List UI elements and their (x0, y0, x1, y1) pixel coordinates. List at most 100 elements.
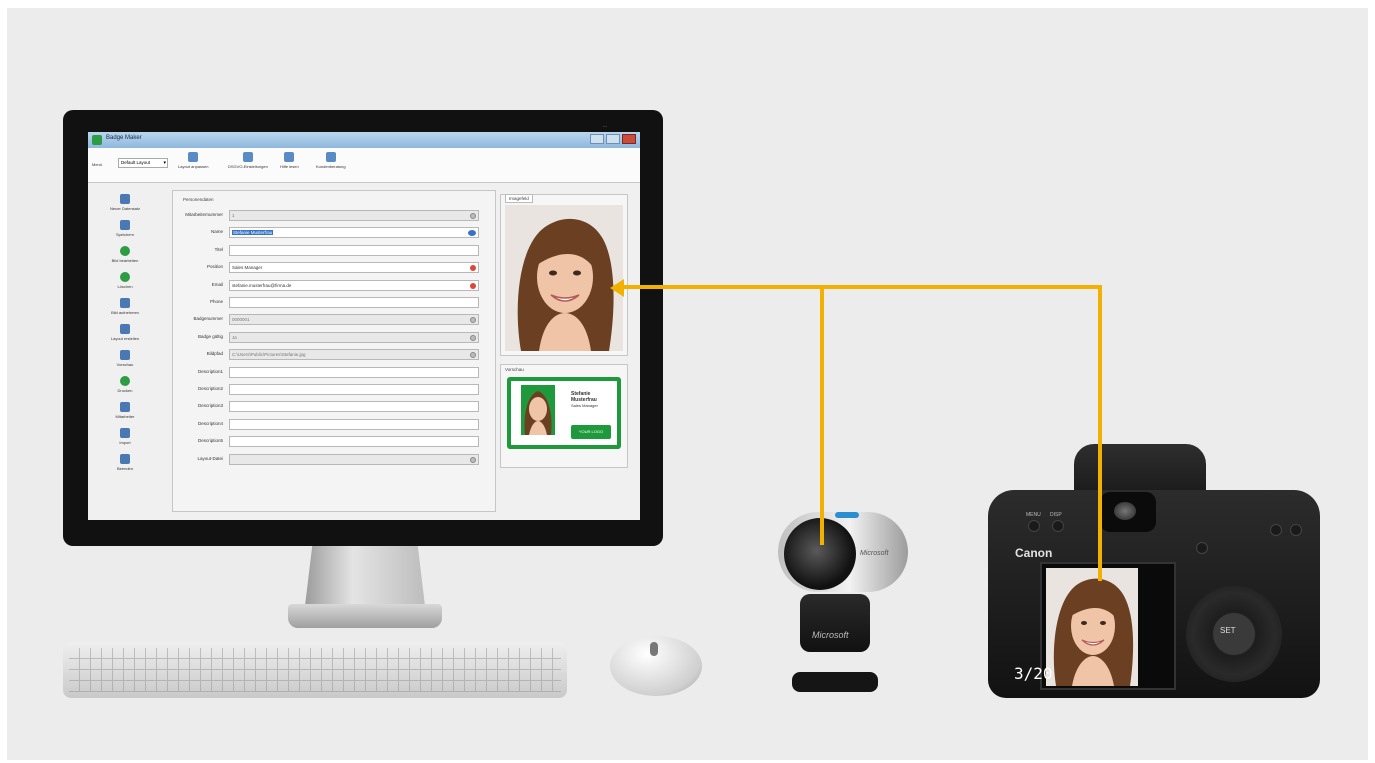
form-field-input[interactable]: Ja (229, 331, 479, 343)
minimize-button[interactable] (590, 134, 604, 144)
form-field-label: Name (210, 229, 223, 235)
sidebar-item-print[interactable]: Drucken (92, 376, 158, 393)
sidebar-label: Vorschau (116, 362, 134, 367)
menu-label: Menü (92, 162, 103, 167)
ribbon-button-support[interactable]: Kundenberatung (316, 152, 346, 169)
connector-arrow-icon (610, 279, 624, 297)
sidebar-item-edit-image[interactable]: Bild bearbeiten (92, 246, 158, 263)
camera-button (1270, 524, 1282, 536)
print-icon (120, 376, 130, 386)
camera-menu-button (1028, 520, 1040, 532)
camera-disp-label: DISP (1050, 512, 1062, 518)
app-icon (92, 135, 102, 145)
form-field-value: 1 (232, 213, 235, 218)
camera-menu-label: MENU (1026, 512, 1041, 518)
form-field-input[interactable] (229, 244, 479, 256)
monitor-corner-text: ⋯ (603, 124, 607, 129)
ribbon-button-layout[interactable]: Layout anpassen (178, 152, 208, 169)
keyboard (63, 642, 567, 698)
form-field-label: Badge gültig (197, 333, 223, 339)
form-row: Description1 (173, 366, 495, 380)
clear-icon[interactable] (470, 317, 476, 324)
camera-set-label: SET (1220, 626, 1236, 635)
sidebar: Neuer Datensatz Speichern Bild bearbeite… (92, 186, 158, 516)
sidebar-item-preview[interactable]: Vorschau (92, 350, 158, 367)
form-field-input[interactable]: stefanie.musterfrau@firma.de (229, 279, 479, 291)
sidebar-label: Import (119, 440, 131, 445)
form-field-input[interactable] (229, 297, 479, 308)
form-field-input[interactable] (229, 418, 479, 430)
form-field-value: Stefanie Musterfrau (232, 230, 274, 236)
sidebar-item-delete[interactable]: Löschen (92, 272, 158, 289)
form-row: Mitarbeiternummer 1 (173, 209, 495, 223)
clear-icon[interactable] (470, 334, 476, 341)
sidebar-item-import[interactable]: Import (92, 428, 158, 445)
privacy-icon (242, 152, 253, 162)
camera-shot-counter: 3/20 (1014, 664, 1053, 683)
form-field-label: Badgenummer (193, 316, 223, 322)
webcam-logo-stand: Microsoft (812, 630, 849, 640)
form-field-input[interactable]: Stefanie Musterfrau (229, 227, 479, 239)
camera-eyepiece (1100, 492, 1156, 532)
clear-icon[interactable] (470, 352, 476, 359)
form-field-input[interactable]: Sales Manager (229, 262, 479, 274)
save-icon (120, 220, 130, 230)
form-row: Name Stefanie Musterfrau (173, 226, 495, 240)
form-field-input[interactable]: C:\Users\Public\Pictures\Stefanie.jpg (229, 349, 479, 361)
edit-image-icon (120, 246, 130, 256)
preview-icon (120, 350, 130, 360)
form-field-input[interactable] (229, 366, 479, 378)
form-field-input[interactable]: 0000001 (229, 314, 479, 326)
clear-icon[interactable] (470, 213, 476, 219)
connector-line-horizontal (620, 285, 1102, 289)
ribbon-label: Kundenberatung (316, 164, 346, 169)
layout-select[interactable]: Default Layout ▾ (118, 158, 168, 168)
form-row: Titel (173, 244, 495, 258)
capture-icon (120, 298, 130, 308)
support-icon (325, 152, 336, 162)
ribbon-label: Hilfe lesen (280, 164, 299, 169)
maximize-button[interactable] (606, 134, 620, 144)
sidebar-item-exit[interactable]: Beenden (92, 454, 158, 471)
ribbon-button-help[interactable]: Hilfe lesen (280, 152, 299, 169)
sidebar-item-layout[interactable]: Layout erstellen (92, 324, 158, 341)
form-field-input[interactable] (229, 453, 479, 465)
menu-button[interactable]: Menü (92, 162, 102, 167)
layout-icon (188, 152, 199, 162)
portrait-photo (505, 205, 623, 351)
sidebar-item-capture[interactable]: Bild aufnehmen (92, 298, 158, 315)
new-record-icon (120, 194, 130, 204)
eyepiece-glass (1114, 502, 1136, 520)
search-icon[interactable] (470, 456, 476, 463)
preview-panel-tab[interactable]: Vorschau (505, 367, 524, 372)
form-field-input[interactable]: 1 (229, 210, 479, 221)
badge-logo: YOUR LOGO (571, 425, 611, 439)
sidebar-item-new[interactable]: Neuer Datensatz (92, 194, 158, 211)
sidebar-label: Speichern (115, 232, 134, 237)
required-marker-icon (470, 265, 476, 272)
webcam-stand (800, 594, 870, 652)
image-panel: Imagefeld (500, 194, 628, 356)
close-button[interactable] (622, 134, 636, 144)
form-field-input[interactable] (229, 436, 479, 448)
sidebar-label: Drucken (117, 388, 133, 393)
sidebar-item-staff[interactable]: Mitarbeiter (92, 402, 158, 419)
form-field-label: Description5 (197, 438, 223, 444)
form-row: Description4 (173, 418, 495, 432)
sidebar-label: Bild bearbeiten (111, 258, 139, 263)
layout-create-icon (120, 324, 130, 334)
ribbon-button-privacy[interactable]: DSGVO-Einstellungen (228, 152, 268, 169)
sidebar-item-save[interactable]: Speichern (92, 220, 158, 237)
exit-icon (120, 454, 130, 464)
sidebar-label: Beenden (116, 466, 133, 471)
required-marker-icon (470, 282, 476, 289)
form-row: Description5 (173, 435, 495, 449)
image-panel-tab[interactable]: Imagefeld (505, 194, 533, 203)
form-field-input[interactable] (229, 384, 479, 395)
form-field-label: Description1 (197, 368, 223, 374)
sidebar-label: Neuer Datensatz (109, 206, 140, 211)
layout-select-value: Default Layout (121, 160, 151, 165)
badge-name: Stefanie Musterfrau Sales Manager (571, 391, 598, 409)
webcam-base (792, 672, 878, 692)
form-field-input[interactable] (229, 401, 479, 413)
